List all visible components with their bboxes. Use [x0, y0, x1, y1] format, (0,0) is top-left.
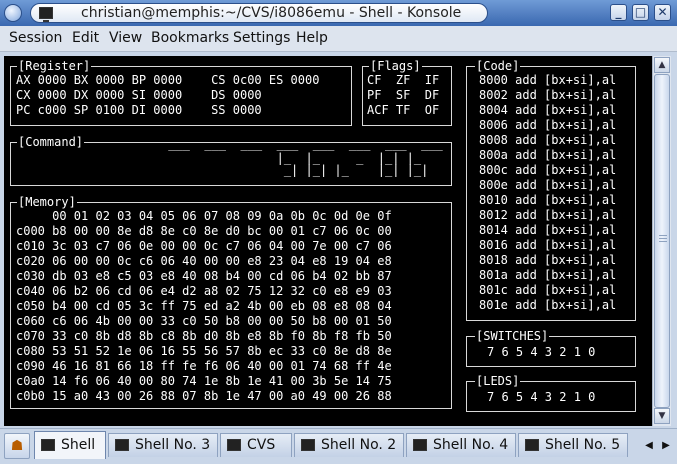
tab-label: CVS	[247, 437, 276, 453]
register-panel: [Register] AX 0000 BX 0000 BP 0000 CS 0c…	[10, 59, 352, 126]
flags-panel: [Flags] CF ZF IF PF SF DF ACF TF OF	[362, 59, 452, 126]
memory-row: c070 33 c0 8b d8 8b c8 8b d0 8b e8 8b f0…	[16, 329, 392, 343]
menu-session[interactable]: Session	[9, 30, 62, 46]
code-line: 8014 add [bx+si],al	[479, 223, 617, 237]
tab-cvs[interactable]: CVS	[220, 433, 292, 457]
tab-scroll-left-icon[interactable]: ◀	[642, 435, 656, 457]
menu-help[interactable]: Help	[296, 30, 328, 46]
terminal-icon	[41, 439, 55, 451]
leds-bits: 7 6 5 4 3 2 1 0	[487, 390, 596, 404]
terminal-icon	[115, 439, 129, 451]
scroll-down-arrow-icon[interactable]: ▼	[654, 408, 670, 424]
memory-row: c090 46 16 81 66 18 ff fe f6 06 40 00 01…	[16, 359, 392, 373]
code-line: 8002 add [bx+si],al	[479, 88, 617, 102]
terminal-icon	[301, 439, 315, 451]
flags-line: PF SF DF	[367, 88, 440, 102]
window-title: christian@memphis:~/CVS/i8086emu - Shell…	[81, 5, 462, 21]
tab-label: Shell No. 2	[321, 437, 397, 453]
leds-panel: [LEDS] 7 6 5 4 3 2 1 0	[466, 374, 636, 412]
register-title: [Register]	[17, 59, 92, 73]
terminal-icon	[525, 439, 539, 451]
switches-title: [SWITCHES]	[475, 329, 550, 343]
memory-row: c080 53 51 52 1e 06 16 55 56 57 8b ec 33…	[16, 344, 392, 358]
flags-line: ACF TF OF	[367, 103, 440, 117]
code-line: 800a add [bx+si],al	[479, 148, 617, 162]
menu-bar: Session Edit View Bookmarks Settings Hel…	[0, 26, 677, 52]
memory-row: c030 db 03 e8 c5 03 e8 40 08 b4 00 cd 06…	[16, 269, 392, 283]
code-line: 801c add [bx+si],al	[479, 283, 617, 297]
code-line: 8010 add [bx+si],al	[479, 193, 617, 207]
code-line: 801e add [bx+si],al	[479, 298, 617, 312]
menu-settings[interactable]: Settings	[233, 30, 290, 46]
memory-row: c040 06 b2 06 cd 06 e4 d2 a8 02 75 12 32…	[16, 284, 392, 298]
memory-title: [Memory]	[17, 195, 77, 209]
tab-label: Shell	[61, 437, 96, 453]
register-line: AX 0000 BX 0000 BP 0000 CS 0c00 ES 0000	[16, 73, 320, 87]
tab-shell-no-5[interactable]: Shell No. 5	[518, 433, 628, 457]
scrollbar-thumb[interactable]	[654, 74, 670, 408]
terminal-screen[interactable]: [Register] AX 0000 BX 0000 BP 0000 CS 0c…	[4, 56, 652, 426]
command-title: [Command]	[17, 135, 85, 149]
code-line: 800c add [bx+si],al	[479, 163, 617, 177]
new-session-icon[interactable]: ☗	[4, 433, 30, 459]
code-line: 8016 add [bx+si],al	[479, 238, 617, 252]
memory-row: c020 06 00 00 0c c6 06 40 00 00 e8 23 04…	[16, 254, 392, 268]
tab-shell-no-4[interactable]: Shell No. 4	[406, 433, 516, 457]
memory-row: c060 c6 06 4b 00 00 33 c0 50 b8 00 00 50…	[16, 314, 392, 328]
memory-header: 00 01 02 03 04 05 06 07 08 09 0a 0b 0c 0…	[16, 209, 392, 223]
tab-shell-no-3[interactable]: Shell No. 3	[108, 433, 218, 457]
session-tab-bar: ☗ Shell Shell No. 3 CVS Shell No. 2 Shel…	[0, 428, 677, 464]
konsole-window: christian@memphis:~/CVS/i8086emu - Shell…	[0, 0, 677, 464]
vertical-scrollbar[interactable]: ▲ ▼	[652, 56, 671, 426]
leds-title: [LEDS]	[475, 374, 521, 388]
code-line: 801a add [bx+si],al	[479, 268, 617, 282]
code-line: 8018 add [bx+si],al	[479, 253, 617, 267]
register-line: PC c000 SP 0100 DI 0000 SS 0000	[16, 103, 262, 117]
scroll-up-arrow-icon[interactable]: ▲	[654, 57, 670, 73]
switches-bits: 7 6 5 4 3 2 1 0	[487, 345, 596, 359]
register-line: CX 0000 DX 0000 SI 0000 DS 0000	[16, 88, 262, 102]
memory-panel: [Memory] 00 01 02 03 04 05 06 07 08 09 0…	[10, 195, 452, 409]
tab-label: Shell No. 3	[135, 437, 211, 453]
code-title: [Code]	[475, 59, 521, 73]
code-panel: [Code] 8000 add [bx+si],al 8002 add [bx+…	[466, 59, 636, 321]
code-line: 800e add [bx+si],al	[479, 178, 617, 192]
grip-icon	[659, 235, 667, 243]
code-line: 8000 add [bx+si],al	[479, 73, 617, 87]
flags-title: [Flags]	[369, 59, 422, 73]
tab-shell-no-2[interactable]: Shell No. 2	[294, 433, 404, 457]
minimize-button[interactable]: _	[610, 4, 627, 21]
flags-line: CF ZF IF	[367, 73, 440, 87]
window-menu-icon[interactable]	[4, 4, 22, 22]
terminal-icon	[39, 7, 53, 22]
memory-row: c0a0 14 f6 06 40 00 80 74 1e 8b 1e 41 00…	[16, 374, 392, 388]
terminal-icon	[413, 439, 427, 451]
code-line: 8004 add [bx+si],al	[479, 103, 617, 117]
code-line: 8008 add [bx+si],al	[479, 133, 617, 147]
title-bar[interactable]: christian@memphis:~/CVS/i8086emu - Shell…	[0, 0, 677, 26]
menu-edit[interactable]: Edit	[72, 30, 99, 46]
close-button[interactable]: ✕	[654, 4, 671, 21]
code-line: 8006 add [bx+si],al	[479, 118, 617, 132]
tab-label: Shell No. 5	[545, 437, 621, 453]
seven-segment-bottom: _| |_| |_ |_| |_|	[161, 163, 429, 177]
menu-view[interactable]: View	[109, 30, 142, 46]
tab-scroll-right-icon[interactable]: ▶	[659, 435, 673, 457]
code-line: 8012 add [bx+si],al	[479, 208, 617, 222]
memory-row: c000 b8 00 00 8e d8 8e c0 8e d0 bc 00 01…	[16, 224, 392, 238]
title-pill: christian@memphis:~/CVS/i8086emu - Shell…	[30, 3, 488, 23]
maximize-button[interactable]: □	[632, 4, 649, 21]
terminal-icon	[227, 439, 241, 451]
switches-panel: [SWITCHES] 7 6 5 4 3 2 1 0	[466, 329, 636, 367]
seven-segment-top: ___ ___ ___ ___ ___ ___ ___ ___	[161, 137, 443, 151]
memory-row: c050 b4 00 cd 05 3c ff 75 ed a2 4b 00 eb…	[16, 299, 392, 313]
memory-row: c010 3c 03 c7 06 0e 00 00 0c c7 06 04 00…	[16, 239, 392, 253]
tab-label: Shell No. 4	[433, 437, 509, 453]
tab-shell[interactable]: Shell	[34, 431, 106, 459]
memory-row: c0b0 15 a0 43 00 26 88 07 8b 1e 47 00 a0…	[16, 389, 392, 403]
command-panel: [Command] ___ ___ ___ ___ ___ ___ ___ __…	[10, 135, 452, 186]
menu-bookmarks[interactable]: Bookmarks	[151, 30, 229, 46]
